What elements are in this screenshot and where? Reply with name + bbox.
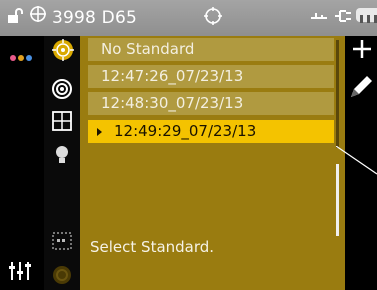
plug-icon <box>334 8 352 27</box>
prompt-text: Select Standard. <box>90 238 215 256</box>
left-rail <box>0 36 44 290</box>
concentric-circles-icon[interactable] <box>51 78 73 104</box>
target-icon[interactable] <box>203 6 223 30</box>
usb-icon <box>310 8 328 27</box>
target-selected-icon[interactable] <box>51 38 75 66</box>
crosshair-icon[interactable] <box>29 5 47 27</box>
selection-caret-icon <box>97 128 102 136</box>
status-text: 3998 D65 <box>52 8 137 28</box>
list-item[interactable]: No Standard <box>88 38 334 61</box>
tuning-sliders-icon[interactable] <box>8 260 34 286</box>
dashed-box-icon[interactable] <box>51 230 73 256</box>
callout-pointer <box>336 146 377 175</box>
grid-icon[interactable] <box>51 110 73 136</box>
tool-column <box>44 36 80 290</box>
dots-menu-icon[interactable] <box>10 46 34 65</box>
list-item[interactable]: 12:48:30_07/23/13 <box>88 92 334 115</box>
pen-icon[interactable] <box>348 74 374 104</box>
lock-open-icon <box>6 7 23 23</box>
disabled-target-icon <box>51 264 73 290</box>
status-bar: 3998 D65 <box>0 0 377 36</box>
lightbulb-icon[interactable] <box>51 144 73 170</box>
list-item[interactable]: 12:47:26_07/23/13 <box>88 65 334 88</box>
standards-list-panel: No Standard 12:47:26_07/23/13 12:48:30_0… <box>80 36 345 290</box>
battery-icon <box>356 8 377 23</box>
scrollbar-track[interactable] <box>336 40 339 148</box>
plus-icon[interactable] <box>351 38 373 64</box>
list-item-selected[interactable]: 12:49:29_07/23/13 <box>88 120 334 143</box>
